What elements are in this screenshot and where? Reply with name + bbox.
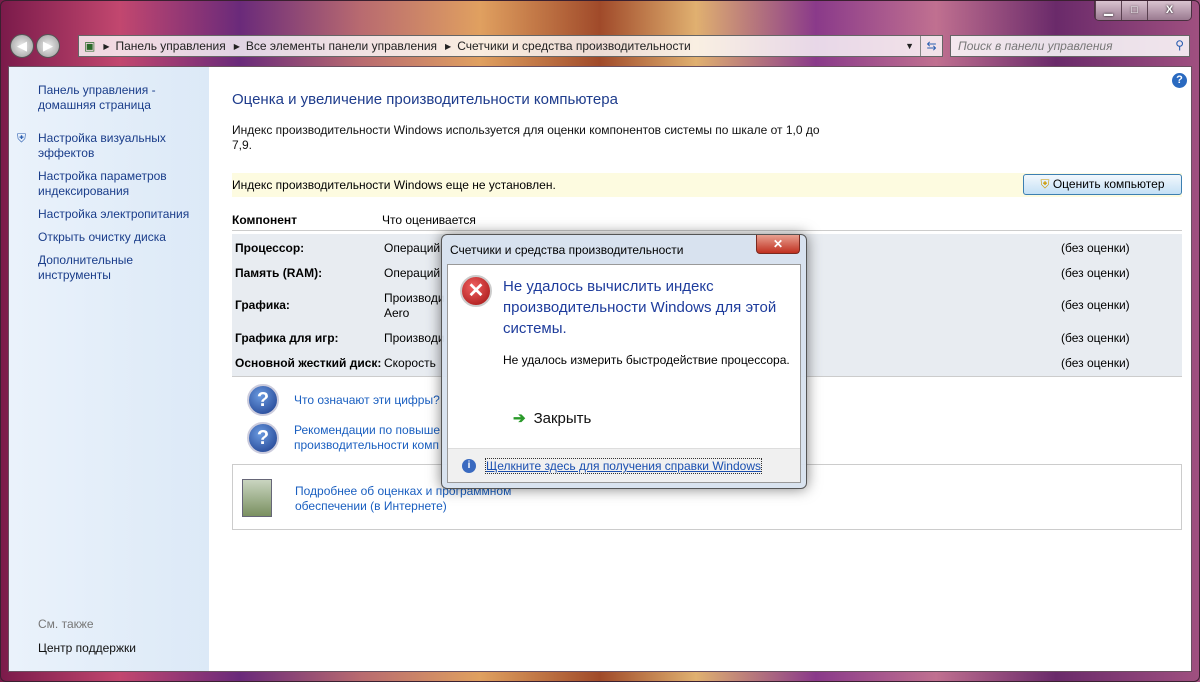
row-what: Производи xyxy=(384,331,444,345)
row-name: Графика: xyxy=(235,298,290,312)
link-line: Рекомендации по повыше xyxy=(294,423,441,437)
error-detail: Не удалось измерить быстродействие проце… xyxy=(503,353,790,367)
row-score: (без оценки) xyxy=(1061,298,1130,312)
row-what: Операций xyxy=(384,241,441,255)
row-what: Скорость xyxy=(384,356,436,370)
sidebar-item-advanced-tools[interactable]: Дополнительные инструменты xyxy=(38,253,148,283)
question-icon: ? xyxy=(247,422,279,454)
maximize-button[interactable]: □ xyxy=(1121,1,1147,20)
error-dialog: Счетчики и средства производительности ✕… xyxy=(441,234,807,489)
row-what-2: Aero xyxy=(384,306,410,320)
row-name: Процессор: xyxy=(235,241,305,255)
shield-icon: ⛨ xyxy=(1040,177,1050,191)
row-name: Графика для игр: xyxy=(235,331,339,345)
shield-icon: ⛨ xyxy=(17,131,27,145)
row-score: (без оценки) xyxy=(1061,356,1130,370)
status-bar: Индекс производительности Windows еще не… xyxy=(232,173,1182,197)
nav-buttons: ◀ ▶ xyxy=(10,34,60,58)
software-package-icon xyxy=(242,479,272,517)
minimize-button[interactable]: ▁ xyxy=(1095,1,1121,20)
control-panel-icon: ▣ xyxy=(84,39,96,53)
column-header-component: Компонент xyxy=(232,213,297,227)
back-button[interactable]: ◀ xyxy=(10,34,34,58)
chevron-icon: ▶ xyxy=(103,41,110,51)
sidebar-item-power[interactable]: Настройка электропитания xyxy=(38,207,189,222)
arrow-right-icon: ➔ xyxy=(513,410,526,427)
close-command-link[interactable]: ➔ Закрыть xyxy=(513,409,591,427)
row-name: Основной жесткий диск: xyxy=(235,356,382,370)
dropdown-icon[interactable]: ▼ xyxy=(905,41,914,51)
support-center-link[interactable]: Центр поддержки xyxy=(38,641,136,656)
status-text: Индекс производительности Windows еще не… xyxy=(232,178,556,192)
row-what: Производи xyxy=(384,291,444,305)
dialog-close-button[interactable]: ✕ xyxy=(756,235,800,254)
row-what: Операций xyxy=(384,266,441,280)
sidebar-item-visual-effects[interactable]: Настройка визуальных эффектов xyxy=(38,131,178,161)
breadcrumb-segment[interactable]: Счетчики и средства производительности xyxy=(457,39,690,53)
caption-buttons: ▁ □ X xyxy=(1094,1,1192,21)
row-score: (без оценки) xyxy=(1061,266,1130,280)
windows-help-link[interactable]: Щелкните здесь для получения справки Win… xyxy=(485,458,762,474)
search-placeholder: Поиск в панели управления xyxy=(958,39,1113,53)
search-input[interactable]: Поиск в панели управления ⚲ xyxy=(950,35,1190,57)
recommendations-link[interactable]: Рекомендации по повыше производительности… xyxy=(294,423,440,453)
rate-computer-button[interactable]: ⛨ Оценить компьютер xyxy=(1023,174,1182,195)
sidebar-home[interactable]: Панель управления - домашняя страница xyxy=(38,83,209,113)
sidebar: Панель управления - домашняя страница ⛨ … xyxy=(9,67,209,671)
dialog-body: ✕ Не удалось вычислить индекс производит… xyxy=(447,264,801,483)
dialog-footer: i Щелкните здесь для получения справки W… xyxy=(448,448,800,482)
search-icon[interactable]: ⚲ xyxy=(1175,38,1184,52)
link-line: производительности комп xyxy=(294,438,439,452)
dialog-title: Счетчики и средства производительности xyxy=(450,243,684,257)
intro-text: Индекс производительности Windows исполь… xyxy=(232,123,820,152)
rate-button-label: Оценить компьютер xyxy=(1052,177,1165,191)
chevron-icon: ▶ xyxy=(233,41,240,51)
forward-button[interactable]: ▶ xyxy=(36,34,60,58)
page-title: Оценка и увеличение производительности к… xyxy=(232,91,618,108)
row-name: Память (RAM): xyxy=(235,266,323,280)
what-numbers-mean-link[interactable]: Что означают эти цифры? xyxy=(294,393,440,408)
sidebar-item-indexing[interactable]: Настройка параметров индексирования xyxy=(38,169,178,199)
breadcrumb-segment[interactable]: Панель управления xyxy=(116,39,226,53)
chevron-icon: ▶ xyxy=(445,41,452,51)
row-score: (без оценки) xyxy=(1061,241,1130,255)
refresh-icon[interactable]: ⇆ xyxy=(920,36,942,56)
link-line: обеспечении (в Интернете) xyxy=(295,499,447,513)
main-instruction: Не удалось вычислить индекс производител… xyxy=(503,278,777,337)
row-score: (без оценки) xyxy=(1061,331,1130,345)
sidebar-item-disk-cleanup[interactable]: Открыть очистку диска xyxy=(38,230,166,245)
question-icon: ? xyxy=(247,384,279,416)
close-label: Закрыть xyxy=(533,410,592,427)
divider xyxy=(232,230,1182,231)
column-header-what: Что оценивается xyxy=(382,213,476,227)
see-also-label: См. также xyxy=(38,617,94,631)
address-bar[interactable]: ▣ ▶ Панель управления ▶ Все элементы панел… xyxy=(78,35,943,57)
info-icon: i xyxy=(462,459,476,473)
breadcrumb-segment[interactable]: Все элементы панели управления xyxy=(246,39,437,53)
close-button[interactable]: X xyxy=(1147,1,1191,20)
help-icon[interactable]: ? xyxy=(1172,73,1187,88)
error-icon: ✕ xyxy=(460,275,492,307)
